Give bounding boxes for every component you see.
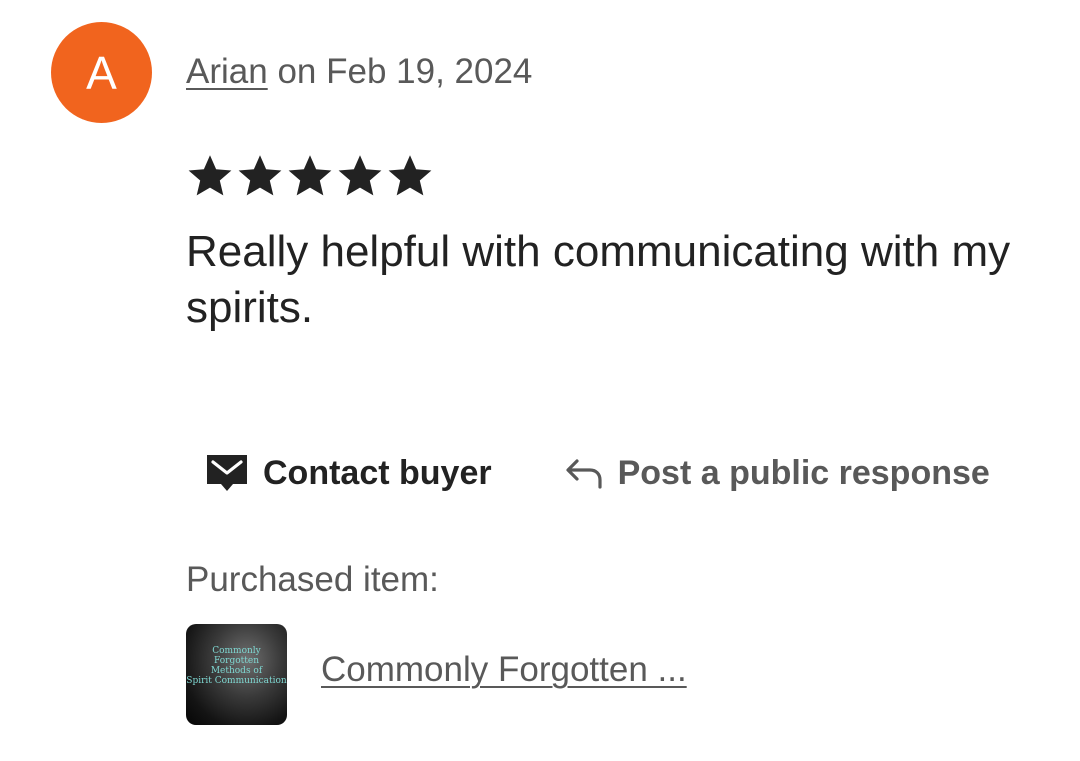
star-icon bbox=[188, 155, 232, 196]
review-actions: Contact buyer Post a public response bbox=[205, 448, 990, 498]
post-public-response-label: Post a public response bbox=[617, 453, 990, 492]
envelope-icon bbox=[207, 455, 247, 491]
review-meta: Arian on Feb 19, 2024 bbox=[186, 52, 532, 92]
thumbnail-line: Commonly bbox=[212, 646, 261, 656]
contact-buyer-label: Contact buyer bbox=[263, 453, 492, 492]
date-prefix: on bbox=[277, 52, 317, 91]
avatar-letter: A bbox=[86, 46, 117, 99]
star-icon bbox=[238, 155, 282, 196]
purchased-item-thumbnail[interactable]: Commonly Forgotten Methods of Spirit Com… bbox=[186, 624, 287, 725]
star-icon bbox=[288, 155, 332, 196]
star-rating bbox=[186, 152, 434, 200]
thumbnail-line: Forgotten bbox=[213, 656, 259, 666]
star-icon bbox=[338, 155, 382, 196]
purchased-item-label: Purchased item: bbox=[186, 560, 439, 599]
review-text: Really helpful with communicating with m… bbox=[186, 227, 1011, 332]
reply-arrow-icon bbox=[565, 459, 602, 489]
review-date: Feb 19, 2024 bbox=[326, 52, 533, 91]
thumbnail-line: Methods of bbox=[210, 666, 263, 676]
star-icon bbox=[388, 155, 432, 196]
thumbnail-line: Spirit Communication bbox=[186, 676, 287, 686]
reviewer-avatar: A bbox=[51, 22, 152, 123]
thumbnail-cover-text: Commonly Forgotten Methods of Spirit Com… bbox=[186, 646, 287, 686]
purchased-item-link[interactable]: Commonly Forgotten ... bbox=[321, 650, 687, 690]
reviewer-name-link[interactable]: Arian bbox=[186, 52, 268, 91]
post-public-response-button[interactable]: Post a public response bbox=[564, 454, 990, 493]
contact-buyer-button[interactable]: Contact buyer bbox=[205, 453, 492, 493]
